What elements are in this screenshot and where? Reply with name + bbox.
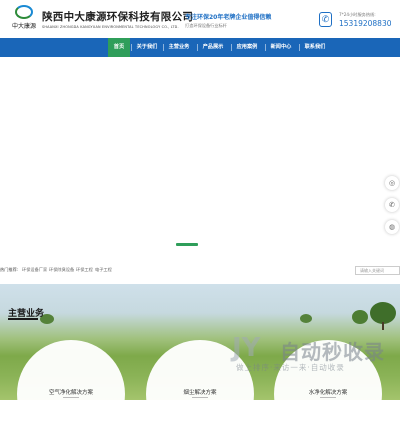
company-logo[interactable]: 中大康源 (12, 5, 36, 35)
hot-search-item[interactable]: 电子工程 (95, 267, 112, 273)
nav-item-products[interactable]: 产品展示 (199, 38, 227, 57)
search-input[interactable]: 请输入关键词 (355, 266, 400, 275)
business-card-label: 烟尘解决方案 (183, 390, 217, 396)
main-nav: 首页 关于我们 主营业务 产品展示 应用案例 新闻中心 联系我们 (0, 38, 400, 57)
hotline-label: 7*24小时服务热线: (339, 12, 376, 17)
nav-divider (265, 44, 266, 51)
card-divider (63, 397, 79, 398)
slogan-sub: 打造环保设备行业标杆 (185, 23, 227, 28)
company-name: 陕西中大康源环保科技有限公司 (42, 11, 194, 23)
card-divider (192, 397, 208, 398)
background-tree (370, 302, 396, 324)
watermark-logo: JY (232, 333, 261, 363)
phone-icon[interactable]: ✆ (385, 198, 399, 212)
business-card-label: 水净化解决方案 (308, 390, 348, 396)
nav-item-news[interactable]: 新闻中心 (267, 38, 295, 57)
nav-divider (197, 44, 198, 51)
logo-text: 中大康源 (12, 23, 37, 30)
hot-search-item[interactable]: 环保设备厂家 (22, 267, 47, 273)
nav-item-about[interactable]: 关于我们 (133, 38, 161, 57)
wechat-icon[interactable]: ◍ (385, 220, 399, 234)
slogan-main: 专注环保20年老牌企业值得信赖 (185, 14, 272, 21)
nav-divider (131, 44, 132, 51)
nav-item-business[interactable]: 主营业务 (165, 38, 193, 57)
banner-pagination-dot[interactable] (176, 243, 198, 246)
site-header: 中大康源 陕西中大康源环保科技有限公司 SHAANXI ZHONGDA KANG… (0, 0, 400, 38)
section-title-underline (8, 318, 38, 320)
nav-item-cases[interactable]: 应用案例 (233, 38, 261, 57)
nav-divider (163, 44, 164, 51)
hot-search-item[interactable]: 环保除臭设备 (49, 267, 74, 273)
watermark-text: 自动秒收录 (280, 340, 385, 364)
nav-item-contact[interactable]: 联系我们 (301, 38, 329, 57)
nav-item-home[interactable]: 首页 (108, 38, 130, 57)
hotline-number[interactable]: 15319208830 (339, 19, 392, 28)
chat-icon[interactable]: ◎ (385, 176, 399, 190)
phone-icon: ✆ (319, 12, 332, 27)
hot-search-bar: 热门推荐: 环保设备厂家 环保除臭设备 环保工程 电子工程 (0, 263, 400, 277)
nav-divider (299, 44, 300, 51)
hero-banner[interactable] (0, 57, 400, 257)
business-card-label: 空气净化解决方案 (48, 390, 93, 396)
hot-search-label: 热门推荐: (0, 267, 19, 272)
hot-search-item[interactable]: 环保工程 (76, 267, 93, 273)
watermark-subtext: 做上排序·来访一来·自动收录 (236, 363, 345, 372)
logo-swirl-icon (15, 5, 33, 19)
company-name-en: SHAANXI ZHONGDA KANGYUAN ENVIRONMENTAL T… (42, 25, 179, 29)
background-tree (300, 314, 312, 323)
card-divider (320, 397, 336, 398)
tree-trunk (382, 322, 384, 330)
nav-divider (231, 44, 232, 51)
background-tree (352, 310, 368, 324)
